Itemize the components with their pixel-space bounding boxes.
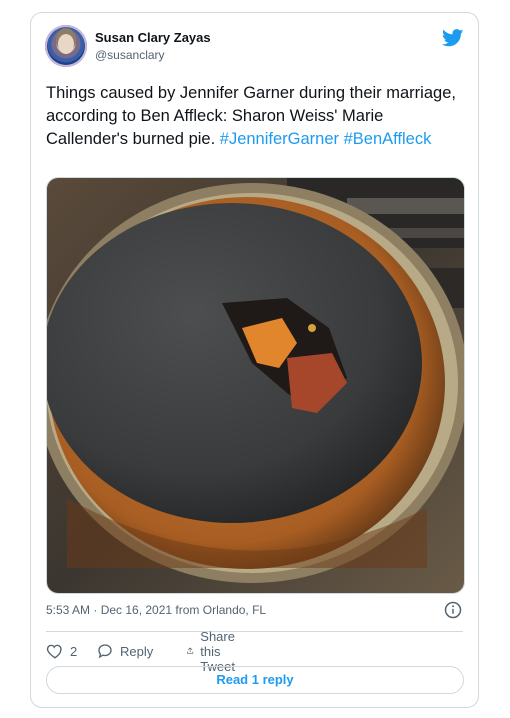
tweet-timestamp[interactable]: 5:53 AM · Dec 16, 2021 from Orlando, FL (46, 603, 266, 617)
burned-pie-photo (47, 178, 464, 593)
reply-label: Reply (120, 643, 154, 659)
reply-icon (98, 644, 112, 659)
heart-icon (46, 644, 62, 659)
avatar[interactable] (45, 25, 87, 67)
like-count: 2 (70, 643, 78, 659)
like-button[interactable]: 2 (46, 640, 77, 662)
read-replies-button[interactable]: Read 1 reply (46, 666, 464, 694)
divider (46, 631, 463, 632)
reply-button[interactable]: Reply (96, 640, 153, 662)
avatar-face (58, 34, 74, 54)
info-icon[interactable] (444, 601, 462, 619)
tweet-card: Susan Clary Zayas @susanclary Things cau… (30, 12, 479, 708)
hashtag-benaffleck[interactable]: #BenAffleck (344, 130, 432, 148)
tweet-text: Things caused by Jennifer Garner during … (46, 82, 464, 151)
twitter-bird-icon[interactable] (442, 29, 464, 47)
share-button[interactable]: Share this Tweet (186, 629, 245, 674)
author-handle[interactable]: @susanclary (95, 48, 165, 62)
tweet-photo[interactable] (46, 177, 465, 594)
share-icon (187, 647, 194, 654)
author-name[interactable]: Susan Clary Zayas (95, 30, 211, 45)
hashtag-jennifergarner[interactable]: #JenniferGarner (220, 130, 339, 148)
